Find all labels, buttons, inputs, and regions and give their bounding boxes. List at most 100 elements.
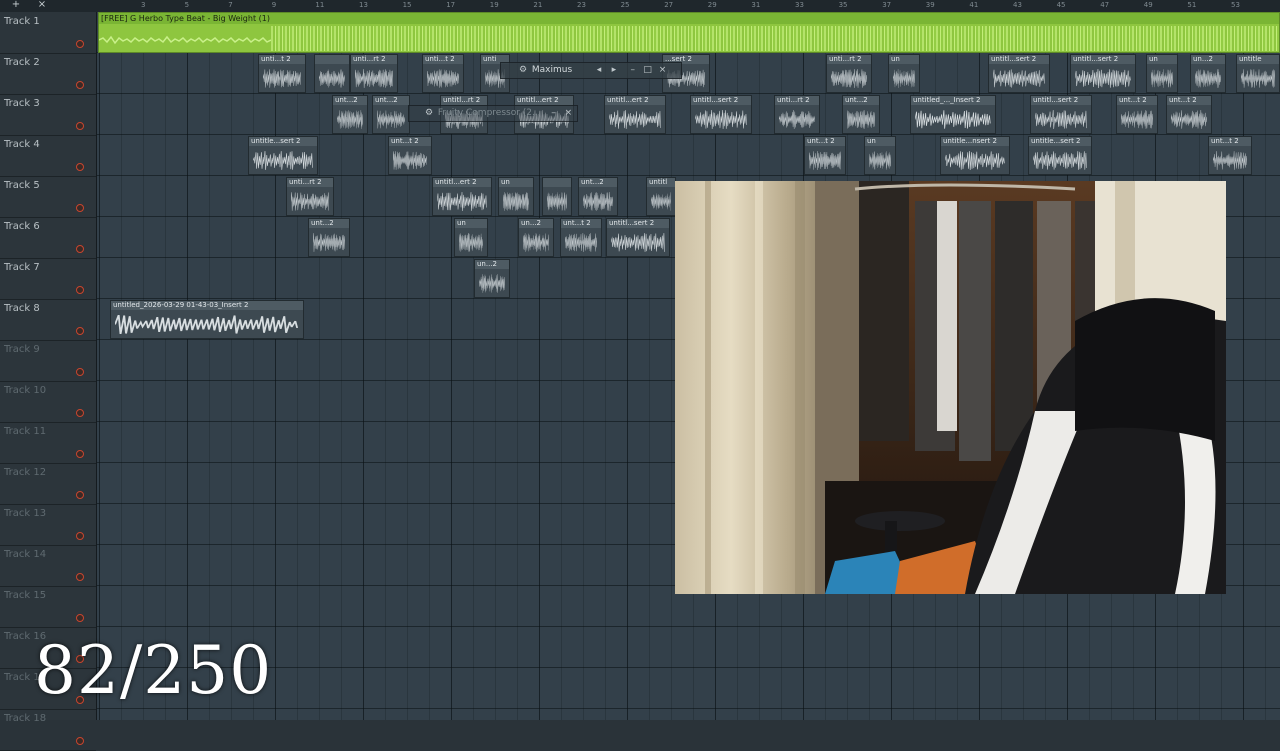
audio-clip[interactable]: untitl...sert 2 [690,95,752,134]
audio-clip[interactable]: unti...t 2 [422,54,464,93]
clip-waveform [1121,110,1153,129]
audio-clip[interactable]: unti...rt 2 [286,177,334,216]
audio-clip[interactable]: untitl [646,177,676,216]
audio-clip[interactable]: untitled_2026-03-29 01-43-03_Insert 2 [110,300,304,339]
audio-clip[interactable]: untitle...nsert 2 [940,136,1010,175]
audio-clip[interactable]: unt...t 2 [388,136,432,175]
ruler-mark: 17 [446,1,456,9]
track-record-dot[interactable] [76,409,84,417]
audio-clip[interactable]: untitle...sert 2 [1028,136,1092,175]
track-header[interactable]: Track 12 [0,463,96,505]
track-header[interactable]: Track 8 [0,299,96,341]
audio-clip[interactable]: unt...t 2 [1166,95,1212,134]
track-header[interactable]: Track 4 [0,135,96,177]
audio-clip[interactable]: untitl...sert 2 [988,54,1050,93]
audio-clip[interactable]: un [864,136,896,175]
clip-waveform [1171,110,1207,129]
clip-title: un [1147,55,1177,64]
audio-clip[interactable]: un...2 [518,218,554,257]
audio-clip[interactable]: unt...2 [332,95,368,134]
clip-waveform [523,233,549,252]
ruler-mark: 25 [620,1,630,9]
audio-clip[interactable]: un [888,54,920,93]
track-header[interactable]: Track 6 [0,217,96,259]
audio-clip[interactable]: untitl...sert 2 [1070,54,1136,93]
audio-clip[interactable]: unti...rt 2 [826,54,872,93]
track-record-dot[interactable] [76,491,84,499]
arrow-right-icon[interactable]: ▸ [608,63,620,78]
clip-title: untitl...ert 2 [605,96,665,105]
track-record-dot[interactable] [76,204,84,212]
track-header[interactable]: Track 1 [0,12,96,54]
audio-clip[interactable]: un...2 [474,259,510,298]
track-record-dot[interactable] [76,327,84,335]
track-header[interactable]: Track 3 [0,94,96,136]
audio-clip[interactable]: un...2 [1190,54,1226,93]
audio-clip[interactable]: unt...t 2 [1208,136,1252,175]
track-record-dot[interactable] [76,450,84,458]
audio-clip[interactable]: untitled_..._Insert 2 [910,95,996,134]
audio-clip[interactable]: unt...t 2 [560,218,602,257]
fruity-compressor-window[interactable]: ⚙ Fruity Compressor (2... – × [408,105,578,122]
track-header[interactable]: Track 14 [0,545,96,587]
track-name: Track 6 [4,221,40,232]
track-record-dot[interactable] [76,286,84,294]
add-icon[interactable]: + [10,0,22,11]
audio-clip[interactable]: untitle...sert 2 [248,136,318,175]
audio-clip[interactable]: unt...2 [578,177,618,216]
progress-counter: 82/250 [34,632,273,709]
audio-clip[interactable]: unt...2 [842,95,880,134]
ruler-mark: 33 [795,1,804,9]
clip-waveform [503,192,529,211]
track-header[interactable]: Track 9 [0,340,96,382]
track-record-dot[interactable] [76,737,84,745]
track-header[interactable]: Track 10 [0,381,96,423]
track-record-dot[interactable] [76,532,84,540]
maximize-icon[interactable]: □ [642,63,654,78]
track-record-dot[interactable] [76,40,84,48]
audio-clip[interactable]: untitl...sert 2 [1030,95,1092,134]
main-beat-clip[interactable]: [FREE] G Herbo Type Beat - Big Weight (1… [98,12,1280,53]
audio-clip[interactable]: unt...2 [372,95,410,134]
track-header[interactable]: Track 15 [0,586,96,628]
track-record-dot[interactable] [76,368,84,376]
minimize-icon[interactable]: – [547,106,559,121]
audio-clip[interactable]: unt...t 2 [1116,95,1158,134]
track-header[interactable]: Track 2 [0,53,96,95]
audio-clip[interactable]: unti...t 2 [258,54,306,93]
audio-clip[interactable]: untitl...ert 2 [432,177,492,216]
audio-clip[interactable]: un [498,177,534,216]
audio-clip[interactable] [314,54,350,93]
maximus-window[interactable]: ⚙ Maximus ◂ ▸ – □ × [500,62,682,79]
track-record-dot[interactable] [76,573,84,581]
track-record-dot[interactable] [76,245,84,253]
minimize-icon[interactable]: – [627,63,639,78]
close-icon[interactable]: × [562,106,574,121]
audio-clip[interactable]: unti...rt 2 [774,95,820,134]
close-icon[interactable]: × [657,63,669,78]
audio-clip[interactable]: untitl...sert 2 [606,218,670,257]
audio-clip[interactable]: unt...t 2 [804,136,846,175]
track-record-dot[interactable] [76,122,84,130]
audio-clip[interactable]: untitle [1236,54,1280,93]
audio-clip[interactable]: unt...2 [308,218,350,257]
clip-waveform [437,192,487,211]
ruler-mark: 29 [707,1,717,9]
track-header[interactable]: Track 7 [0,258,96,300]
gear-icon[interactable]: ⚙ [423,106,435,121]
track-header[interactable]: Track 18 [0,709,96,751]
track-record-dot[interactable] [76,614,84,622]
track-record-dot[interactable] [76,163,84,171]
audio-clip[interactable] [542,177,572,216]
audio-clip[interactable]: un [454,218,488,257]
track-header[interactable]: Track 5 [0,176,96,218]
track-header[interactable]: Track 13 [0,504,96,546]
track-header[interactable]: Track 11 [0,422,96,464]
close-icon[interactable]: × [36,0,48,11]
arrow-left-icon[interactable]: ◂ [593,63,605,78]
gear-icon[interactable]: ⚙ [517,63,529,78]
audio-clip[interactable]: untitl...ert 2 [604,95,666,134]
audio-clip[interactable]: unti...rt 2 [350,54,398,93]
track-record-dot[interactable] [76,81,84,89]
audio-clip[interactable]: un [1146,54,1178,93]
